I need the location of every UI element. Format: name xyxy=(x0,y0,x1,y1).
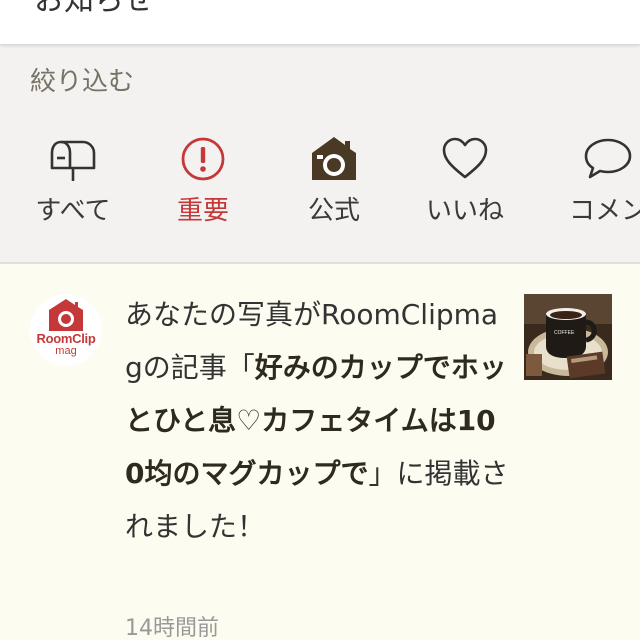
filter-comments-label: コメン xyxy=(568,196,640,226)
avatar-brand-text: RoomClip xyxy=(36,331,96,346)
exclamation-circle-icon xyxy=(181,137,225,181)
mailbox-icon xyxy=(50,140,96,181)
svg-text:COFFEE: COFFEE xyxy=(554,330,575,336)
page-title: お知らせ xyxy=(34,0,154,18)
filter-official-label: 公式 xyxy=(307,196,360,226)
heart-icon xyxy=(442,137,488,179)
notification-message: あなたの写真がRoomClipmagの記事「好みのカップでホッとひと息♡カフェタ… xyxy=(125,288,510,553)
coffee-mug-photo-thumbnail[interactable]: COFFEE xyxy=(524,294,612,380)
filter-important[interactable]: 重要 xyxy=(133,136,273,236)
filter-section: 絞り込む すべて 重要 公式 いいね コメン xyxy=(0,44,640,262)
speech-bubble-icon xyxy=(584,138,632,179)
notification-item[interactable]: RoomClip mag あなたの写真がRoomClipmagの記事「好みのカッ… xyxy=(0,264,640,640)
camera-house-logo-icon xyxy=(49,299,83,331)
filter-all-label: すべて xyxy=(35,196,111,226)
filter-important-label: 重要 xyxy=(176,196,229,226)
filter-likes-label: いいね xyxy=(425,196,504,226)
roomclip-mag-avatar[interactable]: RoomClip mag xyxy=(30,294,102,366)
filter-all[interactable]: すべて xyxy=(3,136,143,236)
filter-label: 絞り込む xyxy=(30,67,135,97)
camera-house-icon xyxy=(312,137,356,180)
filter-likes[interactable]: いいね xyxy=(395,136,535,236)
avatar-brand-subtext: mag xyxy=(55,345,77,357)
notifications-screen: お知らせ 絞り込む すべて 重要 公式 いいね コメン RoomClip mag… xyxy=(0,0,640,640)
filter-official[interactable]: 公式 xyxy=(264,136,404,236)
notification-time: 14時間前 xyxy=(125,616,219,640)
header-bar: お知らせ xyxy=(0,0,640,44)
filter-comments[interactable]: コメン xyxy=(538,136,640,236)
coffee-mug-photo: COFFEE xyxy=(524,294,612,380)
